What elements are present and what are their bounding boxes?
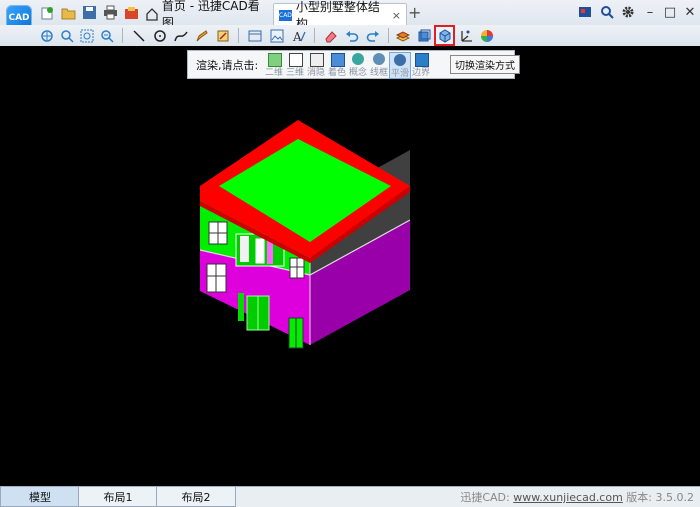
toolbar: A [0, 25, 700, 47]
tab-home[interactable]: 首页 - 迅捷CAD看图 [145, 0, 271, 30]
layout-icon[interactable] [246, 27, 263, 44]
text-tool-icon[interactable]: A [290, 27, 307, 44]
tooltip: 切换渲染方式 [450, 55, 520, 74]
open-file-icon[interactable] [40, 5, 55, 20]
close-button[interactable]: ✕ [681, 4, 699, 20]
circle-tool-icon[interactable] [151, 27, 168, 44]
render-mode-button[interactable] [434, 25, 455, 46]
toolbar-divider [238, 28, 239, 43]
image-icon[interactable] [268, 27, 285, 44]
layout-bar: 模型 布局1 布局2 迅捷CAD: www.xunjiecad.com 版本: … [0, 486, 700, 507]
tab-model[interactable]: 模型 [0, 487, 80, 507]
status-prefix: 迅捷CAD: [460, 491, 514, 504]
toolbar-divider [314, 28, 315, 43]
line-tool-icon[interactable] [130, 27, 147, 44]
status-text: 迅捷CAD: www.xunjiecad.com 版本: 3.5.0.2 [460, 489, 694, 505]
title-bar: CAD 首页 - 迅捷CAD看图 CAD 小型别墅整体结构... × + – □… [0, 0, 700, 31]
tab-close-button[interactable]: × [392, 9, 401, 22]
render-3d-option[interactable]: 三维 [285, 52, 305, 78]
version-text: 版本: 3.5.0.2 [622, 491, 694, 504]
undo-icon[interactable] [343, 27, 360, 44]
render-wireframe-option[interactable]: 线框 [369, 52, 389, 78]
toolbar-divider [122, 28, 123, 43]
website-link[interactable]: www.xunjiecad.com [513, 491, 623, 504]
tab-layout1[interactable]: 布局1 [78, 487, 158, 507]
open-folder-icon[interactable] [61, 5, 76, 20]
tab-layout2[interactable]: 布局2 [156, 487, 236, 507]
redo-icon[interactable] [364, 27, 381, 44]
zoom-in-icon[interactable] [58, 27, 75, 44]
render-shaded-option[interactable]: 着色 [327, 52, 347, 78]
render-label: 渲染,请点击: [196, 59, 259, 72]
render-hidden-option[interactable]: 消隐 [306, 52, 326, 78]
settings-gear-icon[interactable] [619, 4, 637, 20]
svg-text:A: A [292, 30, 302, 43]
maximize-button[interactable]: □ [661, 4, 679, 20]
polyline-tool-icon[interactable] [172, 27, 189, 44]
home-icon [146, 8, 158, 21]
render-conceptual-option[interactable]: 概念 [348, 52, 368, 78]
minimize-button[interactable]: – [641, 4, 659, 20]
cad-file-icon: CAD [279, 9, 292, 21]
zoom-icon[interactable] [598, 4, 616, 20]
house-3d-model [199, 120, 411, 349]
layer-icon[interactable] [394, 27, 411, 44]
render-option-label: 边界 [411, 68, 430, 78]
tab-document[interactable]: CAD 小型别墅整体结构... × [273, 0, 407, 31]
pan-icon[interactable] [38, 27, 55, 44]
cube-icon [439, 28, 450, 43]
render-edges-option[interactable]: 边界 [411, 52, 431, 78]
eraser-icon[interactable] [322, 27, 339, 44]
block-icon[interactable] [415, 27, 432, 44]
zoom-extents-icon[interactable] [98, 27, 115, 44]
pencil-tool-icon[interactable] [193, 27, 210, 44]
save-icon[interactable] [82, 5, 97, 20]
color-wheel-icon[interactable] [478, 27, 495, 44]
pin-icon[interactable] [576, 4, 594, 20]
export-icon[interactable] [124, 5, 139, 20]
toolbar-divider [388, 28, 389, 43]
coordinate-axes-icon[interactable] [457, 27, 474, 44]
render-2d-option[interactable]: 二维 [264, 52, 284, 78]
measure-tool-icon[interactable] [214, 27, 231, 44]
new-tab-button[interactable]: + [408, 3, 421, 22]
zoom-window-icon[interactable] [78, 27, 95, 44]
print-icon[interactable] [103, 5, 118, 20]
